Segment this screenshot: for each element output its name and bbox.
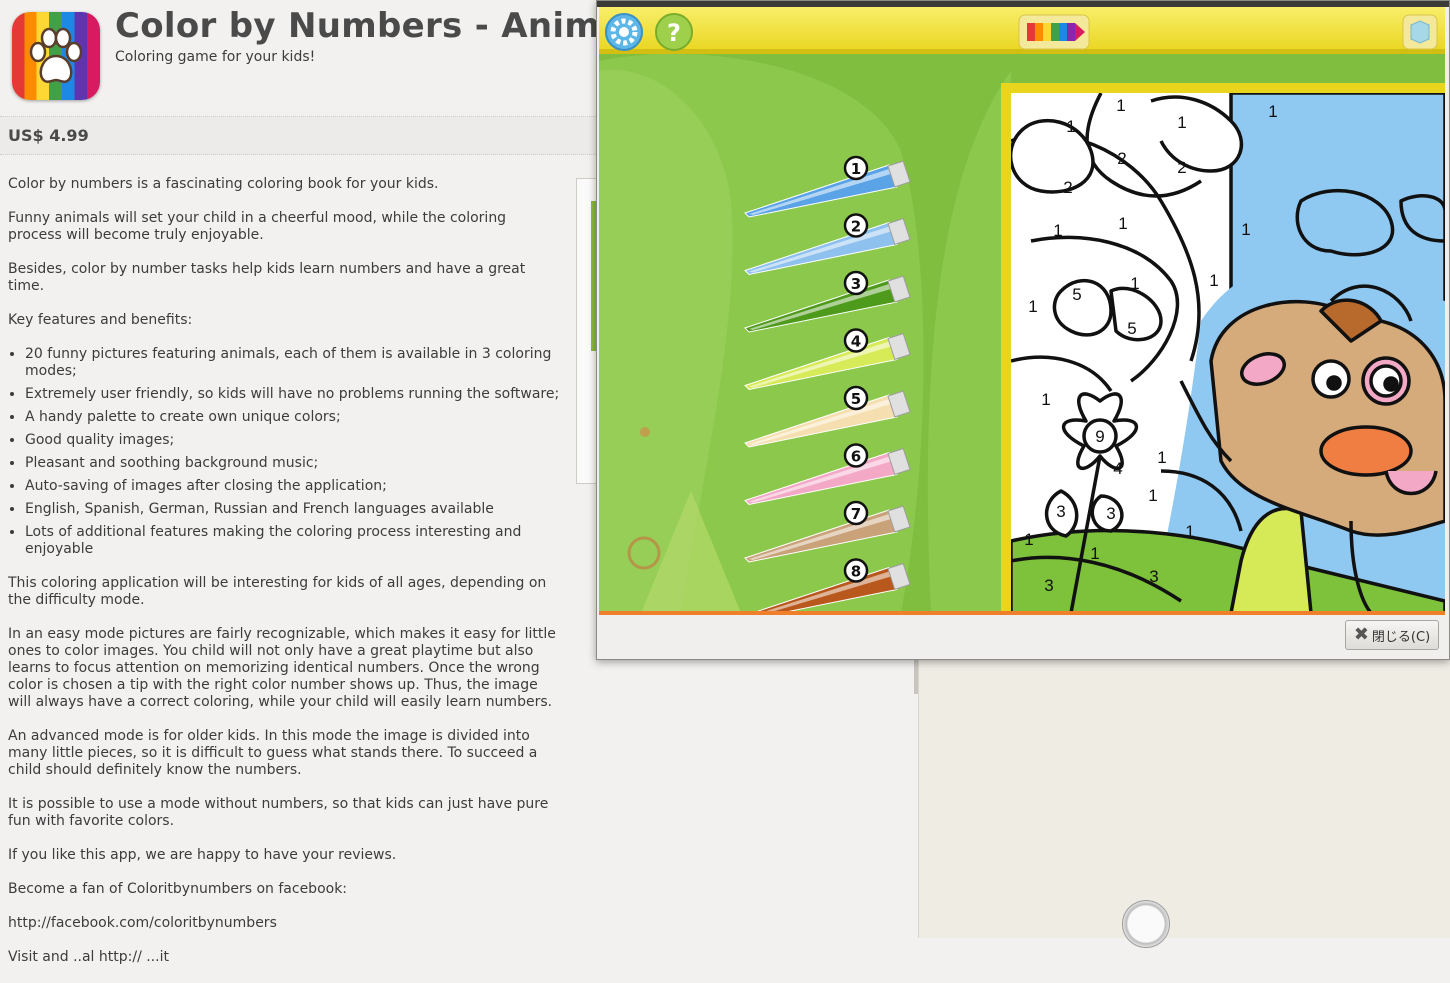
desc-paragraph: Besides, color by number tasks help kids… — [8, 261, 526, 294]
desc-paragraph: Funny animals will set your child in a c… — [8, 210, 507, 243]
desc-paragraph: In an easy mode pictures are fairly reco… — [8, 626, 556, 710]
cube-icon[interactable] — [1402, 14, 1438, 50]
close-button[interactable]: ✖ 閉じる(C) — [1345, 620, 1439, 650]
canvas-number[interactable]: 1 — [1185, 522, 1194, 541]
list-item: Extremely user friendly, so kids will ha… — [25, 386, 564, 403]
canvas-number[interactable]: 1 — [1157, 448, 1166, 467]
list-item: 20 funny pictures featuring animals, eac… — [25, 346, 564, 380]
canvas-number[interactable]: 3 — [1056, 502, 1065, 521]
canvas-number[interactable]: 1 — [1130, 274, 1139, 293]
app-icon — [12, 12, 100, 100]
canvas-number[interactable]: 9 — [1095, 427, 1104, 446]
canvas-number[interactable]: 1 — [1209, 271, 1218, 290]
canvas-number[interactable]: 3 — [1149, 567, 1158, 586]
paint-tube-number: 2 — [851, 218, 861, 236]
canvas-number[interactable]: 1 — [1268, 102, 1277, 121]
desc-paragraph: Become a fan of Coloritbynumbers on face… — [8, 881, 348, 897]
canvas-number[interactable]: 1 — [1041, 390, 1050, 409]
canvas-number[interactable]: 1 — [1177, 113, 1186, 132]
close-button-label: 閉じる(C) — [1371, 629, 1431, 645]
desc-paragraph: If you like this app, we are happy to ha… — [8, 847, 397, 863]
game-scene: 1 11 12 221 1 115115194113 31113 3 12345678 ? — [599, 7, 1445, 613]
paint-tube-number: 8 — [851, 563, 861, 581]
close-icon: ✖ — [1353, 624, 1369, 645]
app-title: Color by Numbers - Animals — [115, 6, 656, 46]
game-screenshot: 111122211115115194113311133 12345678 ? — [599, 7, 1445, 613]
facebook-link[interactable]: http://facebook.com/coloritbynumbers — [8, 915, 564, 932]
paint-tube-number: 1 — [851, 160, 861, 178]
list-item: English, Spanish, German, Russian and Fr… — [25, 501, 564, 518]
canvas-number[interactable]: 1 — [1118, 214, 1127, 233]
canvas-number[interactable]: 1 — [1053, 221, 1062, 240]
canvas-number[interactable]: 1 — [1090, 544, 1099, 563]
list-item: Pleasant and soothing background music; — [25, 455, 564, 472]
canvas-number[interactable]: 4 — [1113, 459, 1122, 478]
list-item: A handy palette to create own unique col… — [25, 409, 564, 426]
paint-tube-number: 3 — [851, 275, 861, 293]
price-label: US$ 4.99 — [8, 126, 89, 145]
canvas-number[interactable]: 5 — [1072, 285, 1081, 304]
canvas-number[interactable]: 1 — [1116, 96, 1125, 115]
canvas-number[interactable]: 2 — [1117, 149, 1126, 168]
list-item: Auto-saving of images after closing the … — [25, 478, 564, 495]
svg-text:?: ? — [667, 19, 681, 47]
canvas-number[interactable]: 2 — [1177, 158, 1186, 177]
app-subtitle: Coloring game for your kids! — [115, 49, 316, 65]
desc-paragraph: It is possible to use a mode without num… — [8, 796, 549, 829]
gear-icon[interactable] — [605, 13, 643, 51]
desc-paragraph: This coloring application will be intere… — [8, 575, 547, 608]
desc-paragraph: Color by numbers is a fascinating colori… — [8, 176, 439, 192]
paint-tube-number: 7 — [851, 505, 861, 523]
game-bottom-strip — [599, 611, 1445, 615]
canvas-number[interactable]: 5 — [1127, 319, 1136, 338]
features-list: 20 funny pictures featuring animals, eac… — [8, 346, 564, 558]
canvas-number[interactable]: 3 — [1106, 504, 1115, 523]
desc-paragraph: Visit and ..al http:// ...it — [8, 949, 169, 965]
desc-paragraph: An advanced mode is for older kids. In t… — [8, 728, 538, 778]
app-description: Color by numbers is a fascinating colori… — [8, 176, 564, 983]
clock-icon — [1122, 900, 1170, 948]
paint-tube-number: 6 — [851, 448, 861, 466]
paint-tube-number: 5 — [851, 390, 861, 408]
canvas-number[interactable]: 1 — [1066, 117, 1075, 136]
palette-icon[interactable] — [1018, 14, 1090, 50]
list-item: Lots of additional features making the c… — [25, 524, 564, 558]
canvas-number[interactable]: 1 — [1148, 486, 1157, 505]
canvas-number[interactable]: 1 — [1028, 297, 1037, 316]
screenshot-viewer-window: 111122211115115194113311133 12345678 ? ✖… — [596, 0, 1450, 660]
features-heading: Key features and benefits: — [8, 312, 193, 328]
canvas-number[interactable]: 1 — [1241, 220, 1250, 239]
help-icon[interactable]: ? — [655, 13, 693, 51]
canvas-number[interactable]: 3 — [1044, 576, 1053, 595]
paw-icon — [29, 27, 83, 83]
list-item: Good quality images; — [25, 432, 564, 449]
price-bar: US$ 4.99 — [0, 116, 600, 155]
canvas-number[interactable]: 2 — [1063, 178, 1072, 197]
canvas-number[interactable]: 1 — [1024, 530, 1033, 549]
paint-tube-number: 4 — [851, 333, 861, 351]
screenshot-thumbnail[interactable] — [576, 178, 597, 484]
